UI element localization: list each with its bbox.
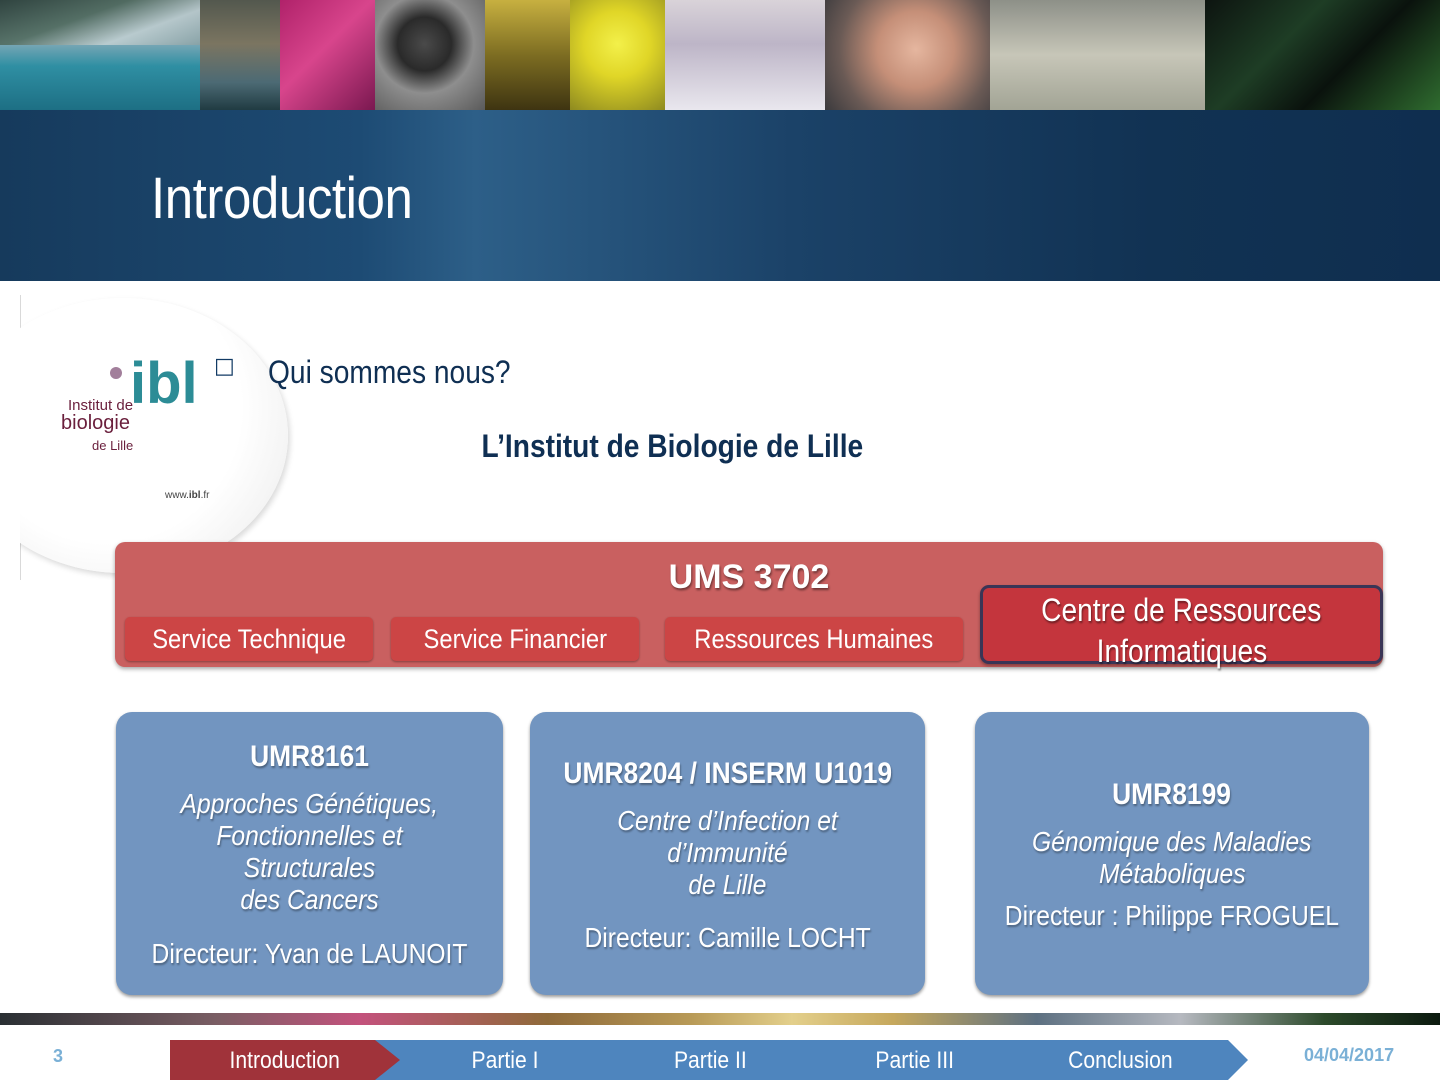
institute-title: L’Institut de Biologie de Lille bbox=[481, 428, 864, 464]
nav-item-partie-1[interactable]: Partie I bbox=[410, 1040, 600, 1080]
photo-lab-gloves bbox=[665, 0, 825, 110]
nav-item-label: Partie I bbox=[471, 1047, 539, 1074]
unit-code-text: UMR8199 bbox=[1112, 778, 1232, 811]
logo-url-bold: ibl bbox=[188, 490, 201, 501]
unit-description-line: de Lille bbox=[688, 869, 767, 900]
photo-microscopy-pink bbox=[280, 0, 375, 110]
cri-label-line1: Centre de Ressources bbox=[1041, 592, 1322, 628]
ressources-humaines-label: Ressources Humaines bbox=[694, 624, 934, 654]
header-photo-banner bbox=[0, 0, 1440, 110]
footer-photo-strip bbox=[0, 1013, 1440, 1025]
unit-director: Directeur: Yvan de LAUNOIT bbox=[116, 938, 503, 970]
unit-description-line: Métaboliques bbox=[1098, 858, 1246, 889]
umr8204-card: UMR8204 / INSERM U1019 Centre d’Infectio… bbox=[530, 712, 925, 995]
unit-code-text: UMR8161 bbox=[250, 740, 369, 773]
bullet-icon: □ bbox=[214, 354, 235, 379]
photo-equipment bbox=[200, 0, 280, 110]
unit-code: UMR8161 bbox=[116, 740, 503, 774]
service-technique-label: Service Technique bbox=[152, 624, 346, 654]
footer-date: 04/04/2017 bbox=[1304, 1045, 1395, 1065]
nav-item-label: Conclusion bbox=[1067, 1047, 1173, 1074]
service-financier-label: Service Financier bbox=[423, 624, 607, 654]
unit-director-text: Directeur : Philippe FROGUEL bbox=[1004, 900, 1340, 931]
nav-item-label: Partie II bbox=[673, 1047, 747, 1074]
unit-description-line: Approches Génétiques, bbox=[180, 788, 439, 819]
photo-cells-yellow bbox=[485, 0, 570, 110]
photo-server-room bbox=[1205, 0, 1440, 110]
photo-lab-bench bbox=[990, 0, 1205, 110]
unit-description: Centre d’Infection et d’Immunité de Lill… bbox=[540, 805, 915, 901]
cri-label-line2: Informatiques bbox=[1096, 633, 1267, 669]
photo-researcher-woman bbox=[825, 0, 990, 110]
unit-description-line: Génomique des Maladies bbox=[1032, 826, 1312, 857]
nav-item-partie-2[interactable]: Partie II bbox=[615, 1040, 805, 1080]
logo-mark-text: ibl bbox=[130, 351, 198, 415]
cri-label: Centre de Ressources Informatiques bbox=[983, 590, 1380, 672]
ressources-humaines-box: Ressources Humaines bbox=[665, 617, 963, 661]
service-financier-box: Service Financier bbox=[391, 617, 639, 661]
umr8161-card: UMR8161 Approches Génétiques, Fonctionne… bbox=[116, 712, 503, 995]
nav-item-label: Introduction bbox=[229, 1047, 341, 1074]
logo-url: www.ibl.fr bbox=[165, 490, 209, 501]
unit-description-line: Centre d’Infection et d’Immunité bbox=[617, 805, 838, 868]
umr8199-card: UMR8199 Génomique des Maladies Métaboliq… bbox=[975, 712, 1369, 995]
section-question: Qui sommes nous? bbox=[268, 354, 511, 390]
unit-director: Directeur: Camille LOCHT bbox=[530, 922, 925, 954]
section-nav-bar: Introduction Partie I Partie II Partie I… bbox=[170, 1040, 1248, 1080]
nav-item-partie-3[interactable]: Partie III bbox=[820, 1040, 1010, 1080]
nav-item-introduction[interactable]: Introduction bbox=[170, 1040, 400, 1080]
unit-director: Directeur : Philippe FROGUEL bbox=[975, 900, 1369, 932]
unit-code: UMR8204 / INSERM U1019 bbox=[530, 757, 925, 791]
unit-code-text: UMR8204 / INSERM U1019 bbox=[563, 757, 892, 790]
nav-item-conclusion[interactable]: Conclusion bbox=[1025, 1040, 1215, 1080]
unit-director-text: Directeur: Yvan de LAUNOIT bbox=[151, 938, 468, 969]
service-technique-box: Service Technique bbox=[125, 617, 373, 661]
logo-url-suffix: .fr bbox=[200, 490, 210, 501]
logo-url-prefix: www. bbox=[165, 490, 189, 501]
unit-description-line: des Cancers bbox=[240, 884, 379, 915]
logo-dot bbox=[110, 367, 122, 379]
unit-description: Génomique des Maladies Métaboliques bbox=[985, 826, 1359, 890]
photo-yellow-glove bbox=[570, 0, 665, 110]
photo-microscopy-grey bbox=[375, 0, 485, 110]
photo-lake-researchers bbox=[0, 0, 200, 110]
page-title: Introduction bbox=[151, 166, 413, 231]
unit-description-line: Fonctionnelles et Structurales bbox=[216, 820, 403, 883]
cri-highlight-box: Centre de Ressources Informatiques bbox=[980, 585, 1383, 669]
slide-number: 3 bbox=[53, 1046, 64, 1066]
unit-description: Approches Génétiques, Fonctionnelles et … bbox=[126, 788, 493, 916]
unit-director-text: Directeur: Camille LOCHT bbox=[584, 922, 871, 953]
nav-item-label: Partie III bbox=[875, 1047, 955, 1074]
unit-code: UMR8199 bbox=[975, 778, 1369, 812]
